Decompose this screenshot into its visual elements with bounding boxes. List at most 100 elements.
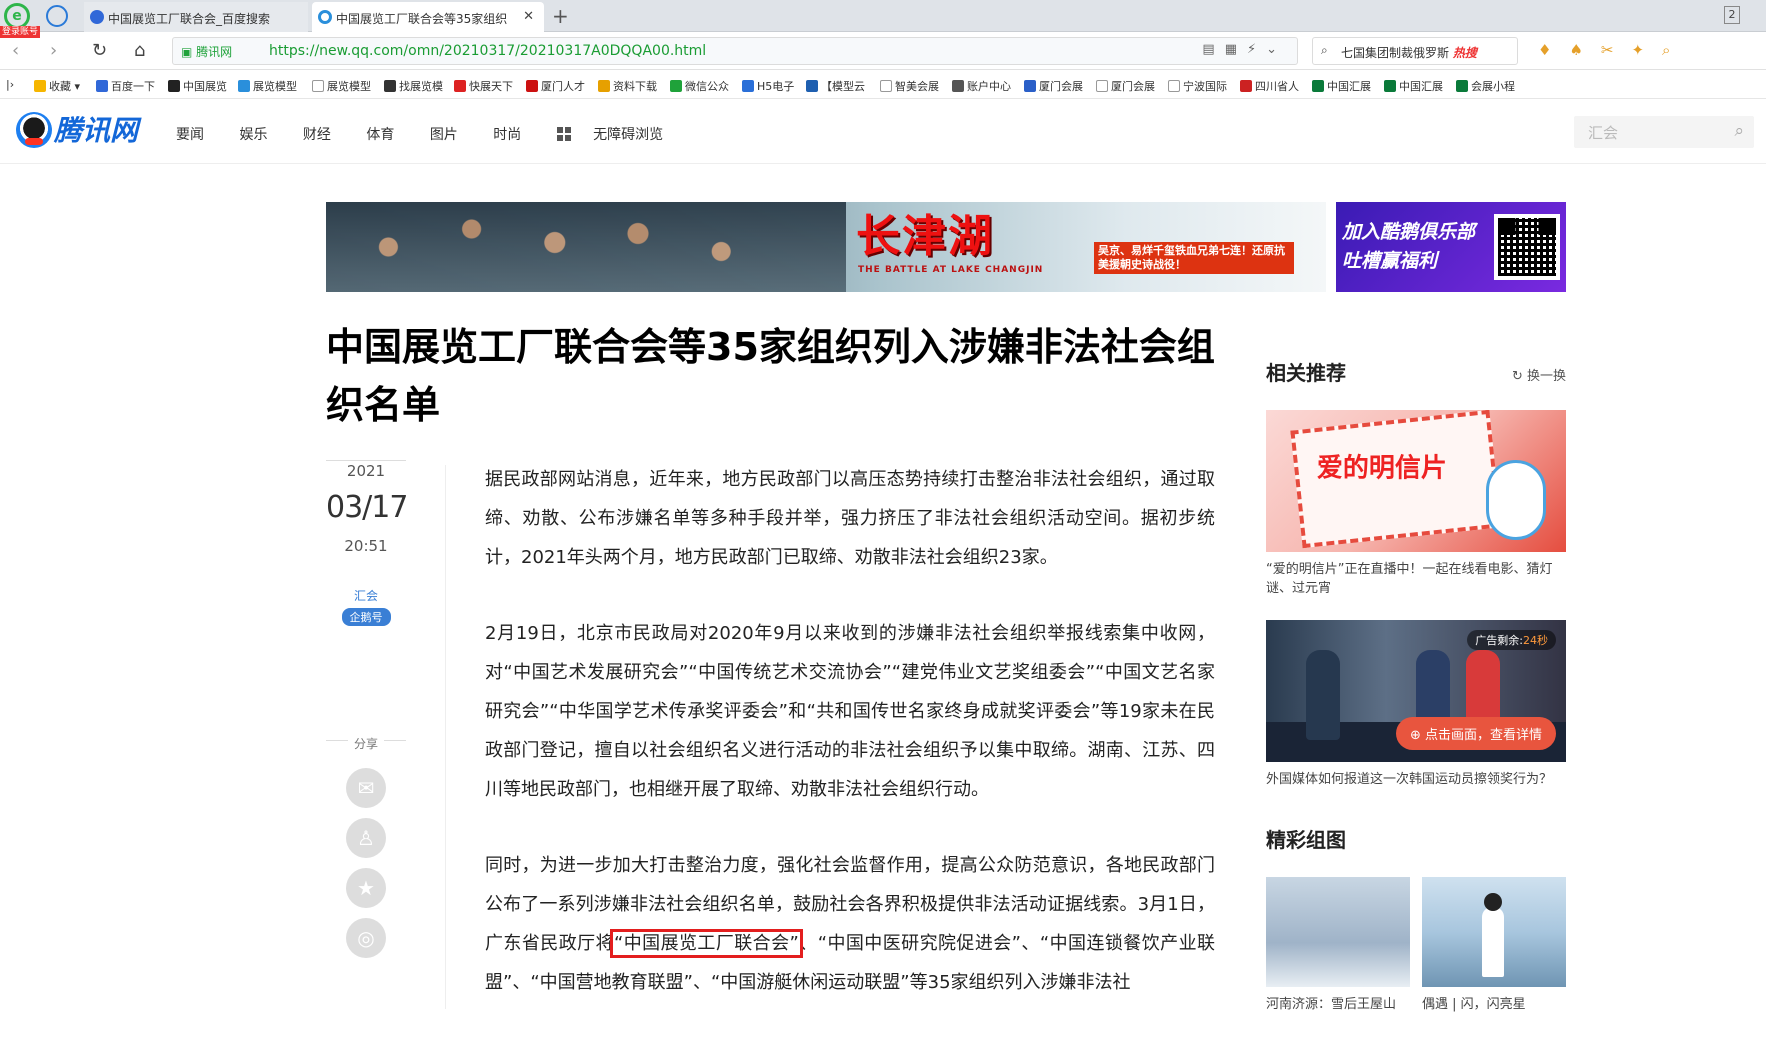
penguin-club-banner[interactable]: 加入酷鹅俱乐部 吐槽赢福利 — [1336, 202, 1566, 292]
nav-item-fashion[interactable]: 时尚 — [493, 127, 521, 143]
bookmark-label: 会展小程 — [1471, 80, 1515, 93]
ad-detail-button[interactable]: 点击画面，查看详情 — [1395, 717, 1556, 750]
site-logo-text[interactable]: 腾讯网 — [54, 114, 138, 148]
nav-item-news[interactable]: 要闻 — [176, 127, 204, 143]
video-ad[interactable]: 广告剩余:24秒 点击画面，查看详情 — [1266, 620, 1566, 762]
ad-countdown-label: 广告剩余: — [1475, 634, 1523, 647]
movie-banner[interactable]: 长津湖 THE BATTLE AT LAKE CHANGJIN 吴京、易烊千玺铁… — [326, 202, 1326, 292]
refresh-button[interactable]: ↻ 换一换 — [1512, 364, 1566, 390]
search-icon[interactable]: ⌕ — [1734, 121, 1744, 141]
new-tab-button[interactable]: + — [552, 4, 569, 28]
mascot-graphic — [1486, 460, 1546, 540]
tab-baidu-search[interactable]: 中国展览工厂联合会_百度搜索 — [84, 2, 308, 32]
window-count-indicator[interactable]: 2 — [1724, 6, 1740, 24]
refresh-icon[interactable]: ↻ — [92, 40, 107, 61]
bookmark-item[interactable]: 四川省人 — [1240, 78, 1299, 94]
site-identity-label: 腾讯网 — [196, 45, 233, 59]
navigation-pin-icon[interactable] — [46, 5, 68, 27]
qq-penguin-logo[interactable] — [16, 112, 52, 148]
club-banner-text: 加入酷鹅俱乐部 吐槽赢福利 — [1342, 218, 1475, 276]
home-icon[interactable]: ⌂ — [134, 40, 145, 61]
accessibility-link[interactable]: 无障碍浏览 — [593, 127, 663, 143]
gallery-caption-2[interactable]: 偶遇 | 闪，闪亮星 — [1422, 993, 1526, 1012]
related-heading: 相关推荐 ↻ 换一换 — [1266, 360, 1566, 386]
recommend-card-1-caption[interactable]: “爱的明信片”正在直播中！一起在线看电影、猜灯谜、过元宵 — [1266, 560, 1566, 598]
url-text[interactable]: https://new.qq.com/omn/20210317/20210317… — [269, 43, 706, 59]
tab-qq-article[interactable]: 中国展览工厂联合会等35家组织 ✕ — [312, 2, 544, 32]
site-search-input[interactable]: 汇会 ⌕ — [1574, 116, 1754, 148]
bookmark-label: 百度一下 — [111, 80, 155, 93]
bookmark-item[interactable]: 展览模型 — [238, 78, 297, 94]
bookmark-label: H5电子 — [757, 80, 795, 93]
close-tab-icon[interactable]: ✕ — [523, 9, 534, 24]
ad-countdown: 广告剩余:24秒 — [1467, 630, 1556, 650]
sidebar: 相关推荐 ↻ 换一换 爱的明信片 “爱的明信片”正在直播中！一起在线看电影、猜灯… — [1266, 360, 1566, 1012]
author-name[interactable]: 汇会 — [326, 587, 406, 604]
url-tools-icons[interactable]: ▤▦⚡⌄ — [1202, 42, 1287, 57]
bookmark-item[interactable]: 快展天下 — [454, 78, 513, 94]
nav-item-sports[interactable]: 体育 — [366, 127, 394, 143]
bookmark-label: 宁波国际 — [1183, 80, 1227, 93]
bookmark-label: 智美会展 — [895, 80, 939, 93]
bookmark-item[interactable]: 账户中心 — [952, 78, 1011, 94]
wechat-share-icon[interactable]: ✉ — [346, 768, 386, 808]
bookmark-item[interactable]: 展览模型 — [312, 78, 371, 94]
bookmark-favorites[interactable]: 收藏 ▾ — [34, 78, 80, 94]
article-body: 据民政部网站消息，近年来，地方民政部门以高压态势持续打击整治非法社会组织，通过取… — [485, 460, 1215, 1039]
bookmark-item[interactable]: 【模型云 — [806, 78, 865, 94]
login-account-badge[interactable]: 登录账号 — [0, 26, 41, 38]
gallery-thumb-snow[interactable] — [1266, 877, 1410, 987]
bookmark-item[interactable]: 中国汇展 — [1312, 78, 1371, 94]
publish-time: 20:51 — [344, 537, 388, 555]
bookmark-label: 厦门会展 — [1111, 80, 1155, 93]
author-badge[interactable]: 企鹅号 — [341, 608, 391, 626]
weibo-share-icon[interactable]: ◎ — [346, 918, 386, 958]
girl-figure — [1482, 893, 1504, 977]
bookmark-label: 微信公众 — [685, 80, 729, 93]
gallery-caption-1[interactable]: 河南济源：雪后王屋山 — [1266, 993, 1396, 1012]
forward-arrow-icon[interactable]: › — [50, 40, 57, 61]
back-arrow-icon[interactable]: ‹ — [12, 40, 19, 61]
bookmark-item[interactable]: 宁波国际 — [1168, 78, 1227, 94]
url-field[interactable]: ▣ 腾讯网 https://new.qq.com/omn/20210317/20… — [172, 37, 1298, 65]
bookmark-label: 【模型云 — [821, 80, 865, 93]
nav-item-finance[interactable]: 财经 — [303, 127, 331, 143]
banner-ad[interactable]: 长津湖 THE BATTLE AT LAKE CHANGJIN 吴京、易烊千玺铁… — [326, 202, 1566, 292]
share-label: 分享 — [347, 735, 384, 752]
recommend-card-2-caption[interactable]: 外国媒体如何报道这一次韩国运动员擦领奖行为？ — [1266, 770, 1566, 789]
gallery-thumb-beach[interactable] — [1422, 877, 1566, 987]
qq-share-icon[interactable]: ♙ — [346, 818, 386, 858]
nav-item-entertainment[interactable]: 娱乐 — [239, 127, 267, 143]
bookmark-label: 展览模型 — [327, 80, 371, 93]
favorite-star-icon[interactable]: ★ — [346, 868, 386, 908]
recommend-card-1-image[interactable]: 爱的明信片 — [1266, 410, 1566, 552]
bookmark-item[interactable]: 中国汇展 — [1384, 78, 1443, 94]
search-query: 七国集团制裁俄罗斯 — [1341, 46, 1450, 60]
publish-year: 2021 — [338, 462, 394, 480]
article-meta: 2021 03/17 20:51 汇会 企鹅号 — [326, 460, 408, 626]
bookmark-item[interactable]: 资料下载 — [598, 78, 657, 94]
baidu-favicon-icon — [90, 10, 104, 24]
lock-icon: ▣ — [181, 45, 197, 59]
postcard-text: 爱的明信片 — [1316, 453, 1447, 484]
bookmark-item[interactable]: 厦门会展 — [1024, 78, 1083, 94]
extension-icons[interactable]: ♦♠✂✦⌕ — [1538, 41, 1688, 59]
bookmark-item[interactable]: H5电子 — [742, 78, 794, 94]
bookmark-item[interactable]: 中国展览 — [168, 78, 227, 94]
nav-item-pictures[interactable]: 图片 — [430, 127, 458, 143]
bookmark-item[interactable]: 找展览模 — [384, 78, 443, 94]
more-grid-icon[interactable] — [556, 127, 571, 141]
site-identity-badge[interactable]: ▣ 腾讯网 — [181, 43, 232, 60]
article-paragraph-2: 2月19日，北京市民政局对2020年9月以来收到的涉嫌非法社会组织举报线索集中收… — [485, 623, 1215, 800]
bookmark-item[interactable]: 百度一下 — [96, 78, 155, 94]
bookmark-item[interactable]: 会展小程 — [1456, 78, 1515, 94]
bookmark-item[interactable]: 微信公众 — [670, 78, 729, 94]
bookmark-item[interactable]: 厦门人才 — [526, 78, 585, 94]
browser-tab-bar: e 登录账号 中国展览工厂联合会_百度搜索 中国展览工厂联合会等35家组织 ✕ … — [0, 0, 1766, 38]
bookmark-label: 找展览模 — [399, 80, 443, 93]
bookmark-item[interactable]: 厦门会展 — [1096, 78, 1155, 94]
performer-figure — [1306, 650, 1340, 740]
sidebar-toggle-icon[interactable]: |› — [6, 78, 14, 91]
bookmark-item[interactable]: 智美会展 — [880, 78, 939, 94]
browser-search-input[interactable]: ⌕ 七国集团制裁俄罗斯 热搜 — [1312, 37, 1518, 65]
